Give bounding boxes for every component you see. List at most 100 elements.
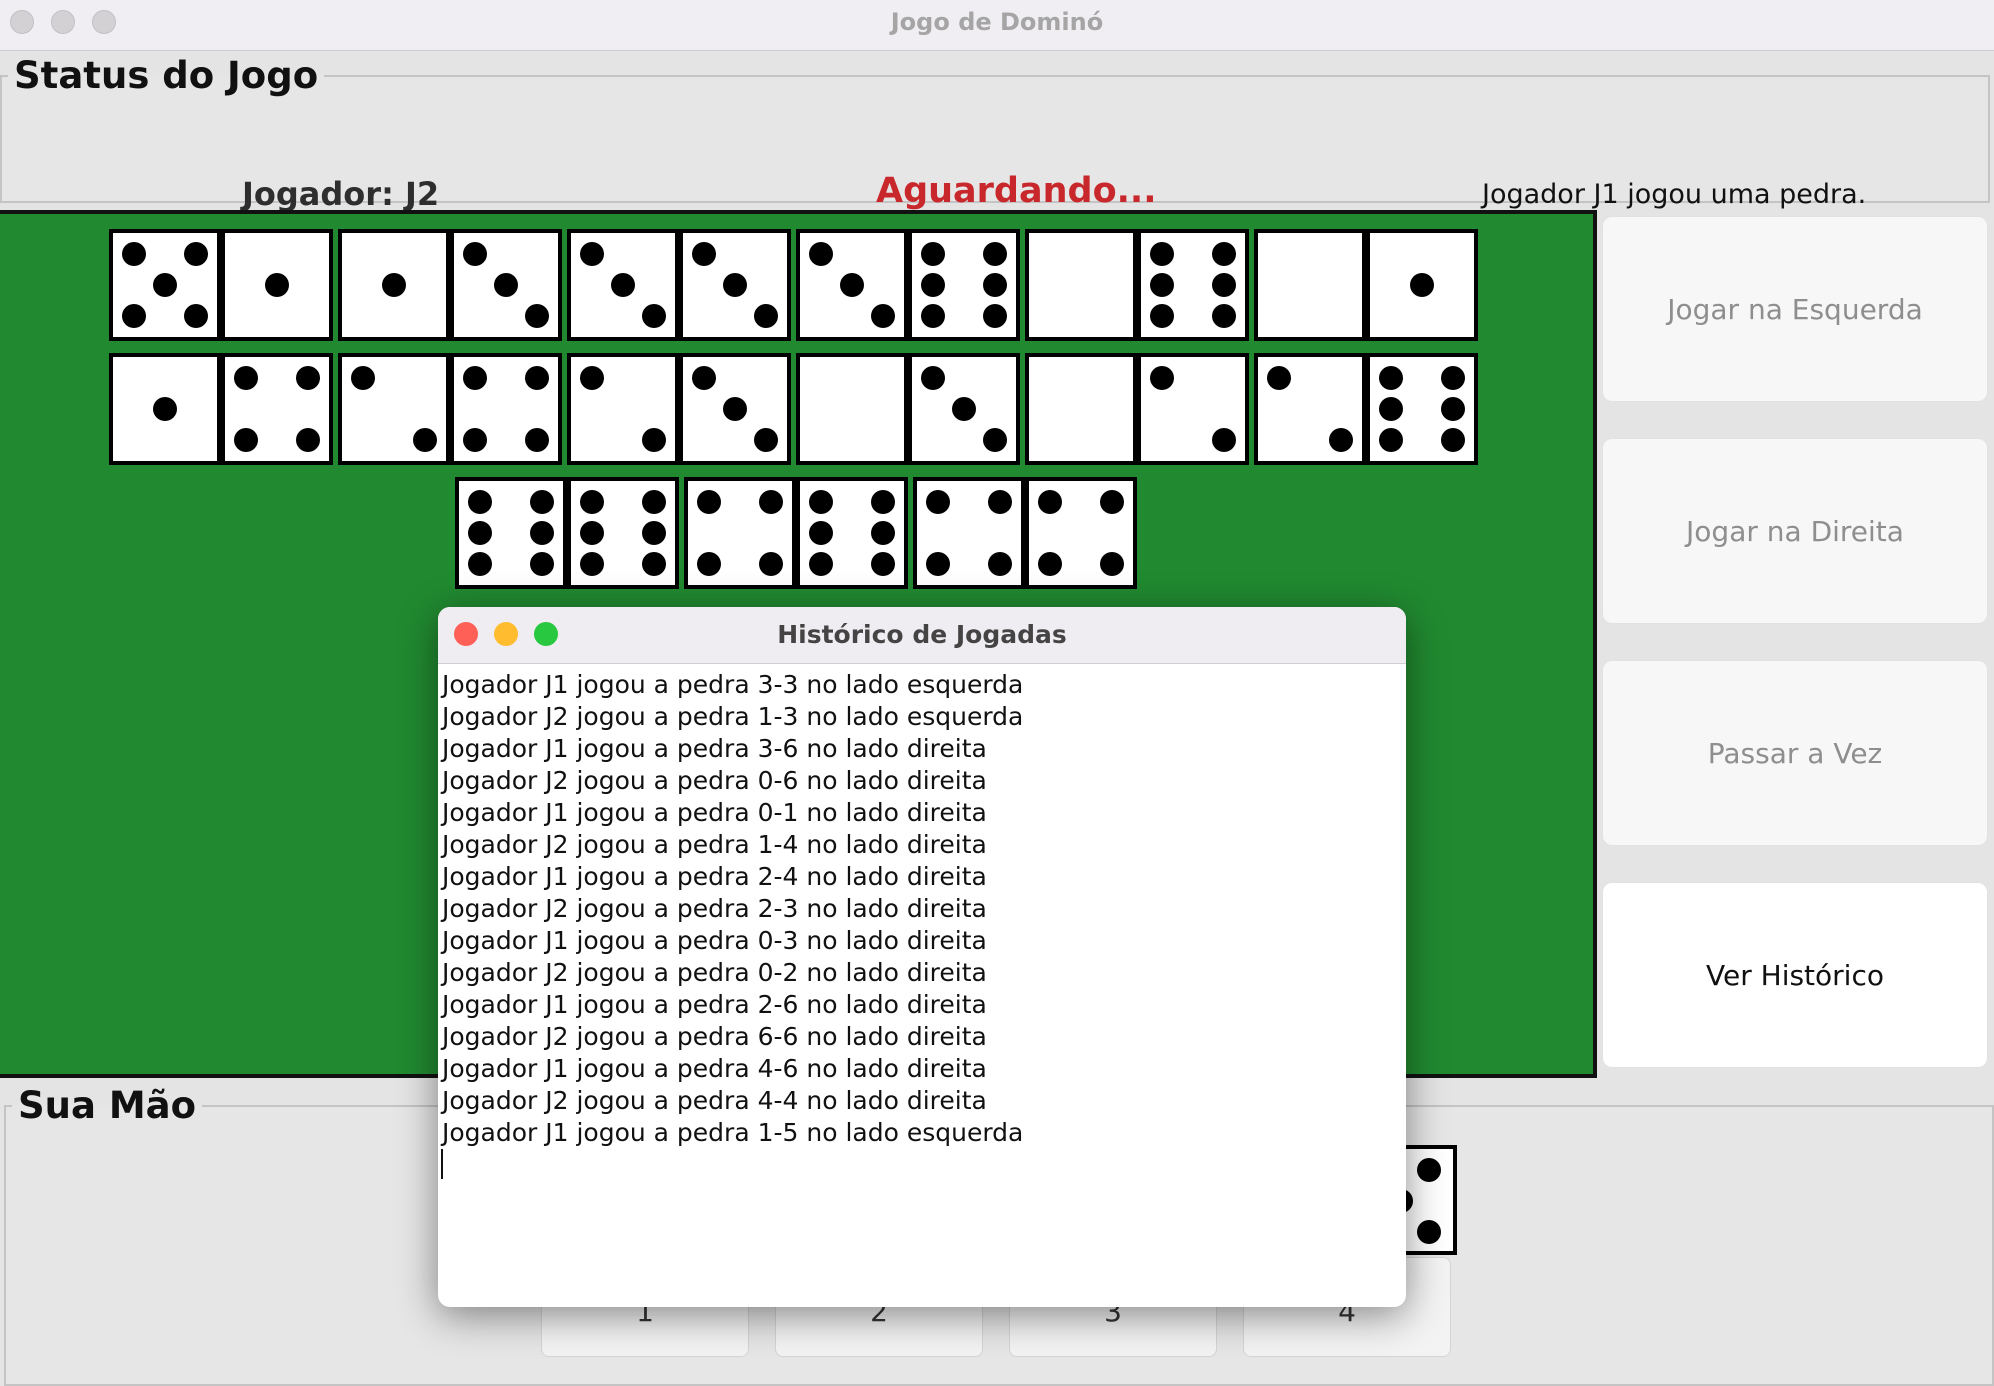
pip: [921, 273, 945, 297]
domino-half: [800, 233, 904, 337]
pip: [809, 552, 833, 576]
play-right-button[interactable]: Jogar na Direita: [1602, 438, 1988, 624]
pip: [468, 521, 492, 545]
pip: [296, 428, 320, 452]
domino-half: [1258, 233, 1362, 337]
pip: [184, 304, 208, 328]
game-state-label: Aguardando...: [876, 171, 1157, 211]
domino-half: [1029, 233, 1133, 337]
pip: [234, 366, 258, 390]
history-entry: Jogador J2 jogou a pedra 0-2 no lado dir…: [442, 958, 987, 987]
pip: [697, 490, 721, 514]
pip: [983, 304, 1007, 328]
pip: [871, 552, 895, 576]
history-entry: Jogador J1 jogou a pedra 0-3 no lado dir…: [442, 926, 987, 955]
domino-half: [459, 481, 563, 585]
pip: [642, 521, 666, 545]
board-domino: [913, 477, 1137, 589]
pip: [1150, 366, 1174, 390]
pip: [1379, 397, 1403, 421]
pip: [754, 304, 778, 328]
pip: [1212, 428, 1236, 452]
pip: [921, 366, 945, 390]
history-entry: Jogador J2 jogou a pedra 4-4 no lado dir…: [442, 1086, 987, 1115]
pip: [1150, 304, 1174, 328]
pip: [754, 428, 778, 452]
pip: [642, 490, 666, 514]
pip: [153, 397, 177, 421]
pip: [122, 242, 146, 266]
history-list[interactable]: Jogador J1 jogou a pedra 3-3 no lado esq…: [442, 669, 1023, 1149]
pip: [468, 552, 492, 576]
domino-half: [113, 233, 217, 337]
pip: [494, 273, 518, 297]
board-domino: [796, 353, 1020, 465]
domino-half: [912, 357, 1016, 461]
pip: [382, 273, 406, 297]
pip: [122, 304, 146, 328]
pip: [580, 366, 604, 390]
pip: [809, 490, 833, 514]
pip: [1441, 366, 1465, 390]
domino-half: [342, 233, 446, 337]
view-history-button[interactable]: Ver Histórico: [1602, 882, 1988, 1068]
domino-half: [225, 357, 329, 461]
board-domino: [109, 229, 333, 341]
domino-half: [1370, 233, 1474, 337]
pip: [642, 304, 666, 328]
pip: [530, 521, 554, 545]
pip: [1100, 552, 1124, 576]
domino-half: [225, 233, 329, 337]
domino-half: [688, 481, 792, 585]
history-dialog: Histórico de Jogadas Jogador J1 jogou a …: [438, 607, 1406, 1307]
board-domino: [455, 477, 679, 589]
domino-half: [912, 233, 1016, 337]
pip: [692, 242, 716, 266]
board-domino: [796, 229, 1020, 341]
domino-half: [454, 357, 558, 461]
last-move-message: Jogador J1 jogou uma pedra.: [1482, 179, 1867, 210]
board-domino: [567, 353, 791, 465]
pip: [265, 273, 289, 297]
pip: [697, 552, 721, 576]
pip: [1150, 273, 1174, 297]
status-panel-title: Status do Jogo: [14, 54, 319, 97]
pip: [611, 273, 635, 297]
history-entry: Jogador J1 jogou a pedra 2-6 no lado dir…: [442, 990, 987, 1019]
history-entry: Jogador J2 jogou a pedra 2-3 no lado dir…: [442, 894, 987, 923]
status-panel: Status do Jogo Jogador: J2 Aguardando...…: [0, 54, 1990, 213]
domino-half: [683, 357, 787, 461]
pip: [952, 397, 976, 421]
pip: [840, 273, 864, 297]
history-entry: Jogador J1 jogou a pedra 4-6 no lado dir…: [442, 1054, 987, 1083]
pip: [580, 552, 604, 576]
pip: [234, 428, 258, 452]
pip: [926, 490, 950, 514]
pip: [580, 490, 604, 514]
pip: [463, 428, 487, 452]
pip: [525, 366, 549, 390]
domino-half: [917, 481, 1021, 585]
pip: [692, 366, 716, 390]
board-domino: [1254, 353, 1478, 465]
title-bar: Jogo de Dominó: [0, 0, 1994, 51]
pip: [921, 304, 945, 328]
history-entry: Jogador J2 jogou a pedra 1-3 no lado esq…: [442, 702, 1024, 731]
pip: [463, 366, 487, 390]
domino-half: [1141, 233, 1245, 337]
pip: [580, 242, 604, 266]
pip: [871, 304, 895, 328]
pass-turn-button[interactable]: Passar a Vez: [1602, 660, 1988, 846]
pip: [1150, 242, 1174, 266]
pip: [530, 490, 554, 514]
pip: [988, 490, 1012, 514]
board-domino: [1025, 353, 1249, 465]
pip: [1441, 428, 1465, 452]
pip: [296, 366, 320, 390]
play-left-button[interactable]: Jogar na Esquerda: [1602, 216, 1988, 402]
domino-half: [1029, 481, 1133, 585]
pip: [525, 304, 549, 328]
history-entry: Jogador J2 jogou a pedra 0-6 no lado dir…: [442, 766, 987, 795]
pip: [723, 397, 747, 421]
pip: [153, 273, 177, 297]
